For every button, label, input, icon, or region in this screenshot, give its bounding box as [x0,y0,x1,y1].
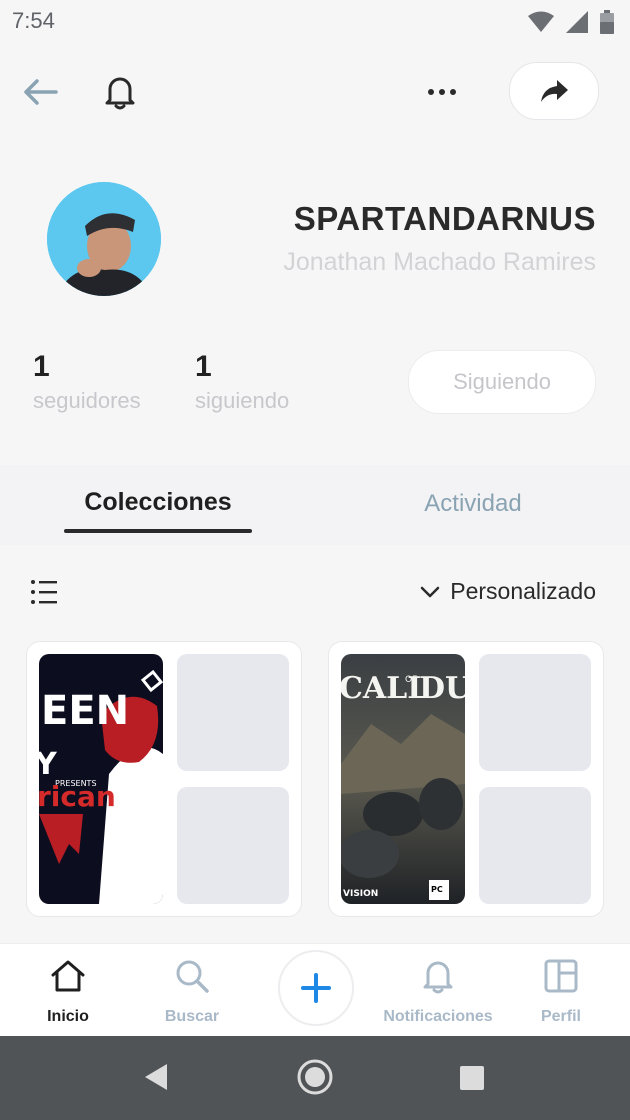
nav-profile-label: Perfil [540,1008,581,1025]
cover-text: VISION [343,889,378,899]
bell-icon [105,77,135,110]
list-view-button[interactable] [30,578,58,606]
username: SPARTANDARNUS [293,200,596,237]
share-button[interactable] [509,62,599,120]
more-dots-icon [428,89,456,95]
collection-placeholder [177,654,289,771]
cover-text: PC [431,885,443,894]
status-bar: 7:54 [0,0,630,44]
avatar-photo [47,182,161,296]
back-arrow-icon [24,79,58,105]
collection-placeholder [479,787,591,904]
battery-icon [600,10,614,34]
nav-search[interactable]: Buscar [152,944,232,1037]
avatar[interactable] [47,182,161,296]
status-time: 7:54 [12,8,55,33]
back-button[interactable] [20,72,60,112]
nav-notifications-label: Notificaciones [383,1008,493,1025]
cover-text: EEN [41,688,129,734]
system-recents-icon[interactable] [459,1065,485,1091]
nav-home-label: Inicio [47,1008,89,1025]
bell-icon [423,961,453,994]
cover-text: Y [39,747,58,782]
collection-cover-image: CALL OF DUT VISION PC [341,654,465,904]
list-icon [31,580,57,604]
share-icon [541,80,568,102]
cover-text: OF [405,675,417,685]
following-button[interactable]: Siguiendo [408,350,596,414]
tab-collections[interactable]: Colecciones [64,488,252,517]
search-icon [176,960,209,993]
profile-grid-icon [544,959,578,993]
followers-count[interactable]: 1 [33,350,50,384]
active-tab-indicator [64,529,252,533]
cover-text: DUT [419,671,465,706]
nav-search-label: Buscar [164,1008,220,1025]
cover-text: rican [39,780,116,813]
nav-profile[interactable]: Perfil [521,944,601,1037]
sort-label: Personalizado [450,578,596,604]
add-button[interactable] [278,950,354,1026]
system-home-icon[interactable] [296,1058,334,1096]
signal-icon [566,11,588,33]
nav-home[interactable]: Inicio [28,944,108,1037]
collection-card[interactable]: CALL OF DUT VISION PC [328,641,604,917]
collection-cover-image: EEN Y PRESENTS rican [39,654,163,904]
followers-label[interactable]: seguidores [33,388,141,414]
home-icon [51,960,85,992]
full-name: Jonathan Machado Ramires [283,248,596,276]
collection-placeholder [177,787,289,904]
tab-activity[interactable]: Actividad [380,490,566,518]
wifi-icon [528,11,554,32]
nav-notifications[interactable]: Notificaciones [378,944,498,1037]
plus-icon [301,973,331,1003]
bell-button[interactable] [100,70,140,114]
following-label[interactable]: siguiendo [195,388,289,414]
chevron-down-icon [420,586,440,597]
more-button[interactable] [420,72,464,112]
collection-placeholder [479,654,591,771]
sort-dropdown[interactable]: Personalizado [420,578,596,605]
following-count[interactable]: 1 [195,350,212,384]
system-back-icon[interactable] [143,1062,169,1092]
collection-card[interactable]: EEN Y PRESENTS rican [26,641,302,917]
